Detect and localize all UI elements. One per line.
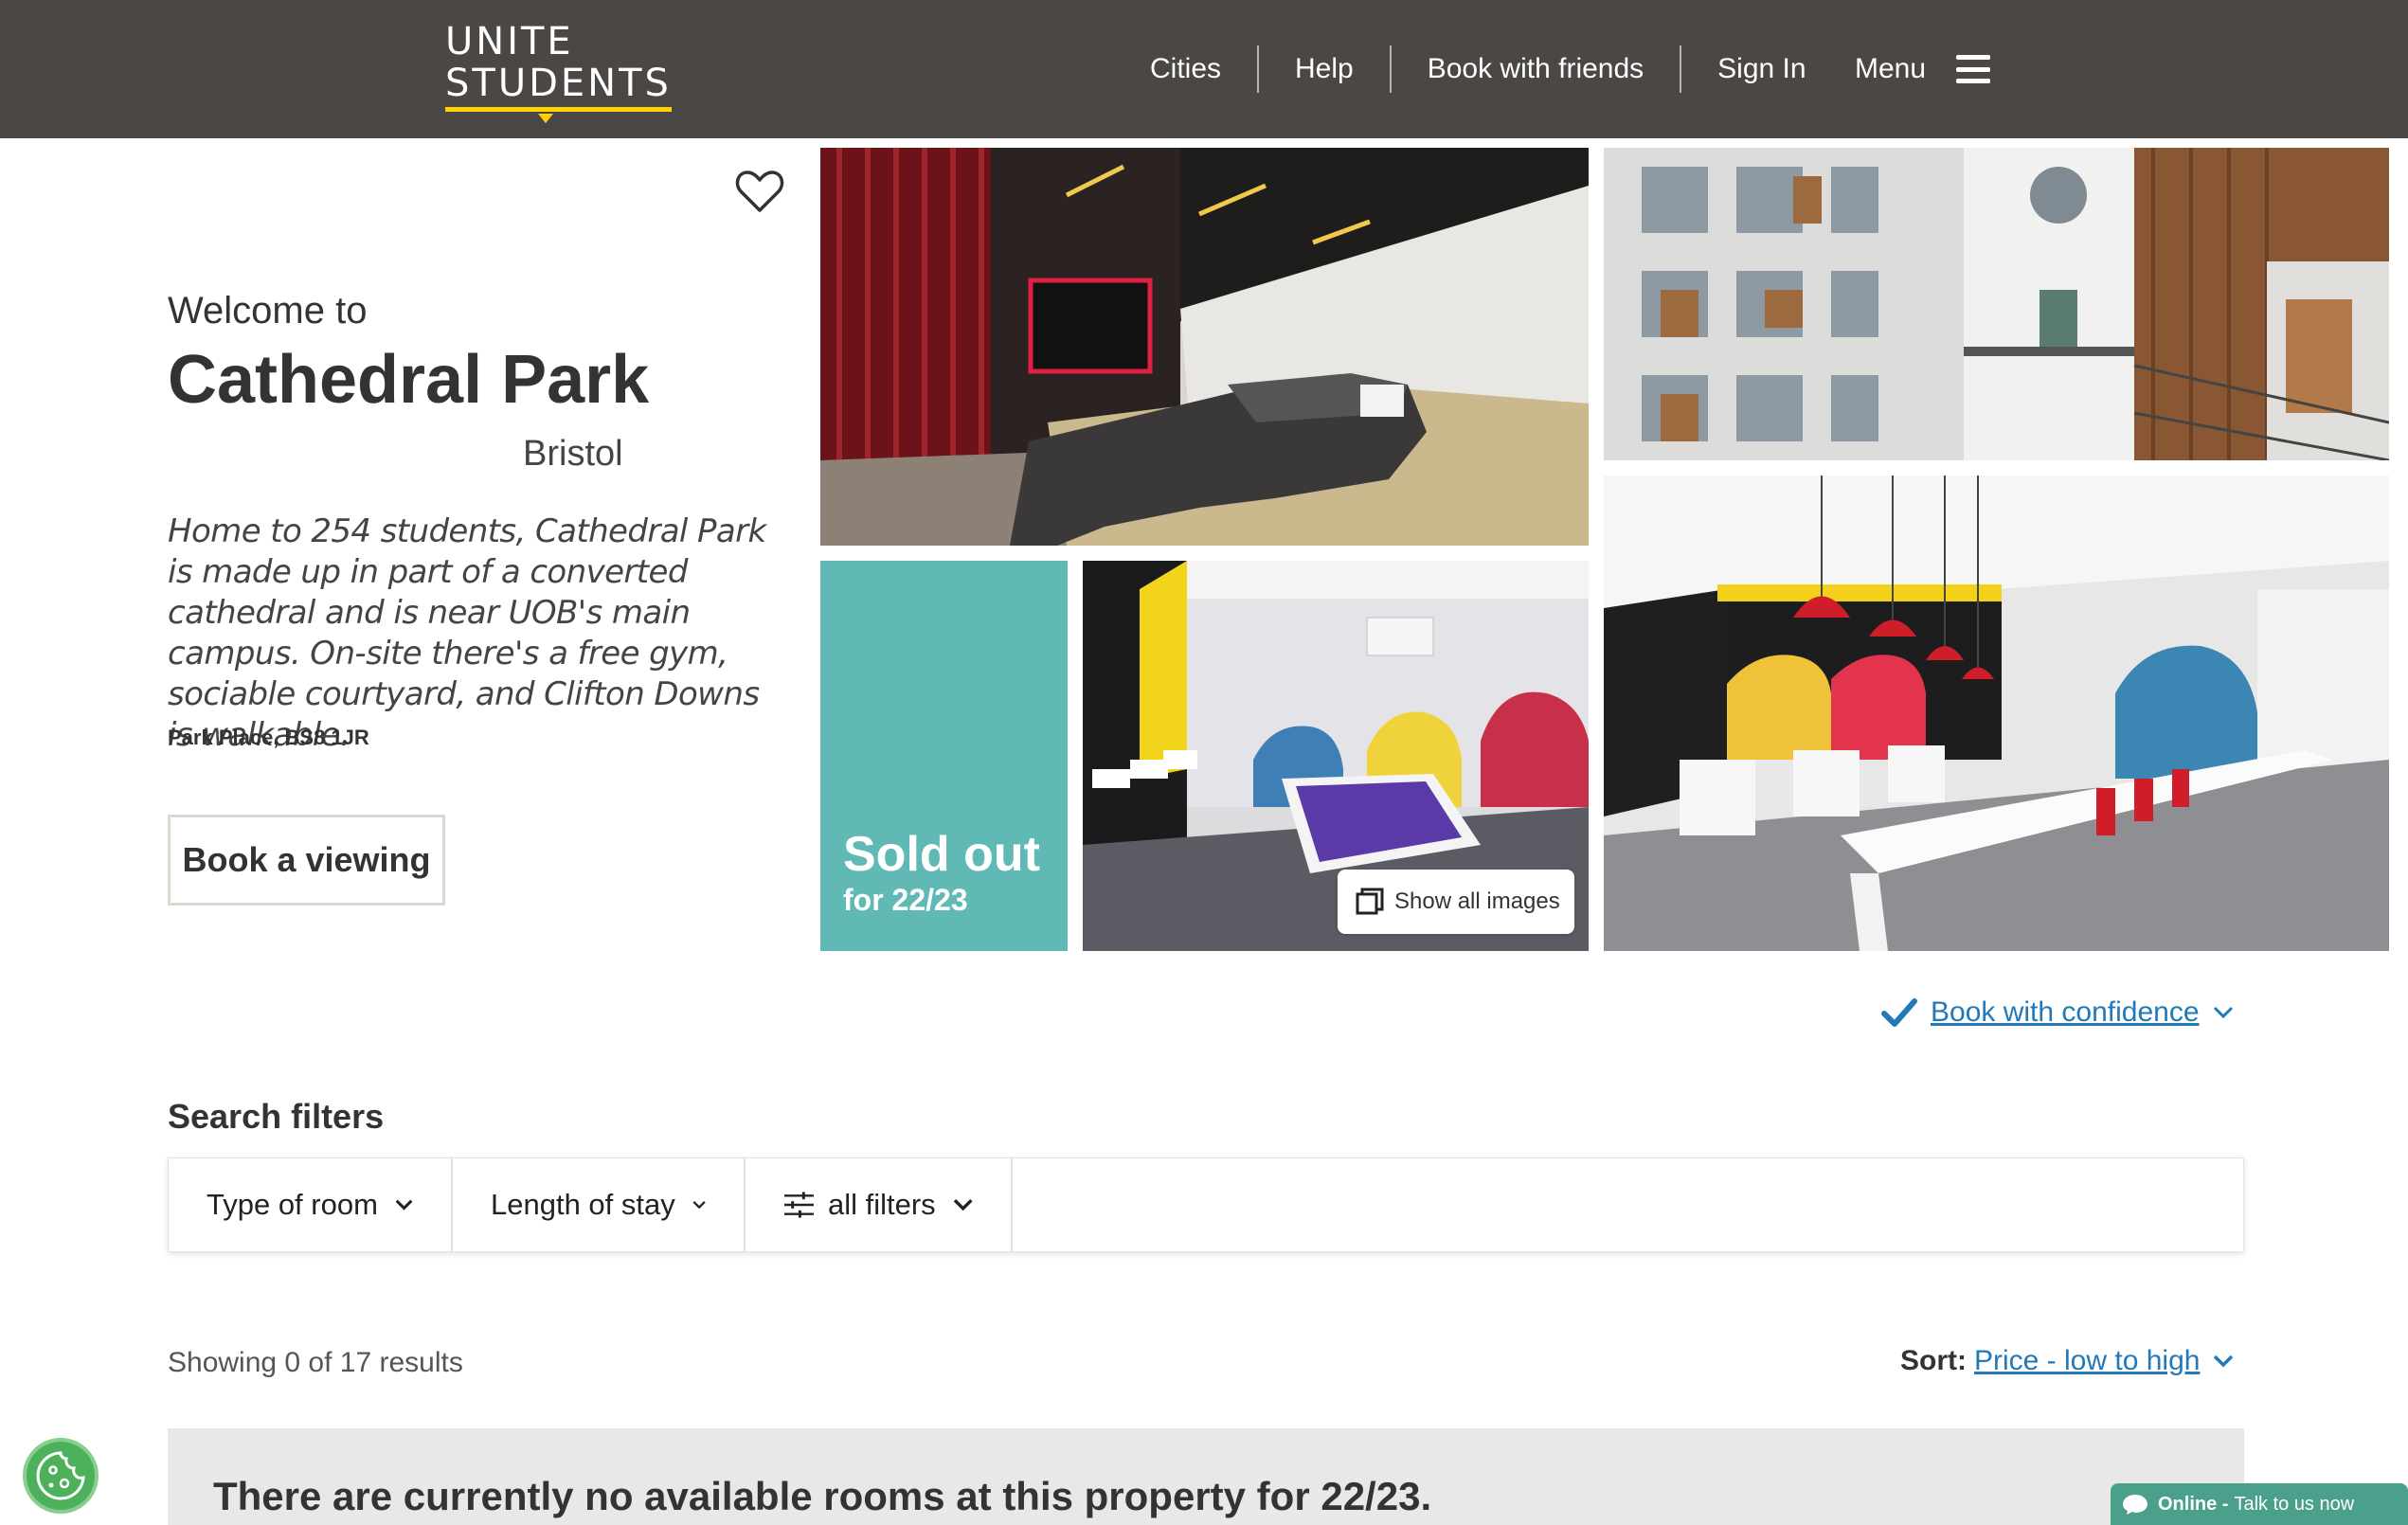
chevron-down-icon — [2214, 1355, 2234, 1368]
nav-sign-in[interactable]: Sign In — [1681, 45, 1806, 93]
welcome-text: Welcome to — [168, 290, 368, 332]
gallery-image-study-area[interactable] — [1604, 475, 2389, 951]
filter-length-of-stay[interactable]: Length of stay — [453, 1158, 746, 1251]
menu-label: Menu — [1855, 53, 1927, 84]
nav-book-with-friends[interactable]: Book with friends — [1392, 45, 1682, 93]
unite-students-logo[interactable]: UNITE STUDENTS — [445, 20, 672, 123]
cookie-icon — [36, 1451, 85, 1500]
gallery-image-lounge[interactable] — [820, 148, 1589, 546]
book-with-confidence-link[interactable]: Book with confidence — [1881, 996, 2234, 1029]
live-chat-tab[interactable]: Online - Talk to us now — [2111, 1483, 2408, 1525]
search-filters-title: Search filters — [168, 1097, 385, 1136]
chat-cta: Talk to us now — [2234, 1493, 2355, 1515]
nav-help[interactable]: Help — [1259, 45, 1392, 93]
property-address: Park Place, BS8 1JR — [168, 726, 369, 749]
show-all-images-label: Show all images — [1394, 888, 1560, 914]
main-nav: Cities Help Book with friends Sign In — [1112, 45, 1806, 93]
cookie-settings-button[interactable] — [23, 1438, 99, 1514]
sort-control[interactable]: Sort: Price - low to high — [1900, 1345, 2234, 1377]
chevron-down-icon — [395, 1199, 413, 1211]
chevron-down-icon — [692, 1200, 706, 1210]
gallery-image-courtyard[interactable] — [1604, 148, 2389, 460]
property-description: Home to 254 students, Cathedral Park is … — [168, 512, 766, 754]
chat-bubble-icon — [2123, 1495, 2147, 1515]
results-count: Showing 0 of 17 results — [168, 1347, 463, 1378]
site-header: UNITE STUDENTS Cities Help Book with fri… — [0, 0, 2408, 138]
menu-button[interactable]: Menu — [1855, 45, 1991, 93]
filter-length-of-stay-label: Length of stay — [491, 1188, 675, 1221]
hamburger-icon — [1956, 52, 1991, 86]
filter-all-filters-label: all filters — [827, 1188, 936, 1221]
chevron-down-icon — [953, 1198, 973, 1211]
sold-out-label: Sold out — [843, 827, 1040, 882]
sliders-icon — [783, 1192, 814, 1218]
book-viewing-button[interactable]: Book a viewing — [168, 815, 445, 906]
sort-value[interactable]: Price - low to high — [1974, 1345, 2200, 1377]
logo-pointer — [538, 114, 553, 123]
sort-label: Sort: — [1900, 1345, 1967, 1376]
sold-out-tile: Sold out for 22/23 — [820, 561, 1068, 951]
filter-bar: Type of room Length of stay all filters — [168, 1157, 2244, 1252]
logo-line-2: STUDENTS — [445, 63, 672, 112]
filter-type-of-room[interactable]: Type of room — [169, 1158, 453, 1251]
chat-status: Online - — [2158, 1493, 2229, 1515]
filter-type-of-room-label: Type of room — [207, 1188, 378, 1221]
no-rooms-notice: There are currently no available rooms a… — [168, 1428, 2244, 1525]
heart-icon[interactable] — [735, 169, 784, 214]
gallery-icon — [1356, 888, 1384, 915]
sold-out-period: for 22/23 — [843, 883, 968, 917]
chevron-down-icon — [2213, 1006, 2233, 1019]
property-city: Bristol — [523, 434, 623, 474]
nav-cities[interactable]: Cities — [1112, 45, 1260, 93]
logo-line-1: UNITE — [445, 20, 574, 63]
filter-all-filters[interactable]: all filters — [746, 1158, 1013, 1251]
property-title: Cathedral Park — [168, 342, 650, 418]
no-rooms-message: There are currently no available rooms a… — [213, 1474, 1432, 1518]
show-all-images-button[interactable]: Show all images — [1338, 870, 1574, 934]
book-with-confidence-label: Book with confidence — [1931, 996, 2200, 1028]
checkmark-icon — [1881, 998, 1917, 1027]
